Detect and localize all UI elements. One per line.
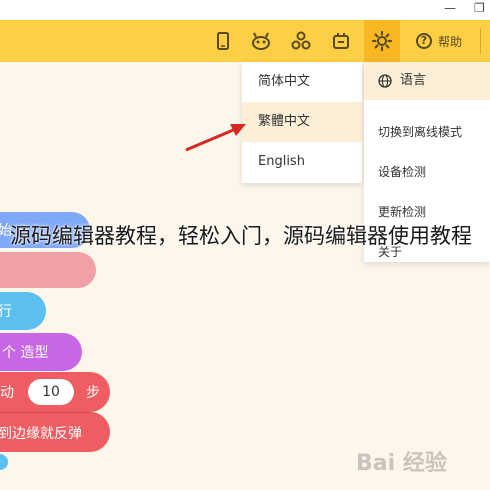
tablet-icon[interactable] xyxy=(212,30,234,52)
help-label: 帮助 xyxy=(438,34,463,49)
overlay-title: 源码编辑器教程，轻松入门，源码编辑器使用教程 xyxy=(10,224,472,248)
settings-device-check[interactable]: 设备检测 xyxy=(364,152,490,192)
watermark: Bai 经验 xyxy=(352,442,472,482)
code-block-move-suffix: 步 xyxy=(86,385,100,401)
code-block-move-prefix: 动 xyxy=(0,385,14,401)
code-block-move[interactable]: 动 10 步 xyxy=(0,372,110,412)
settings-icon xyxy=(371,30,393,52)
help-button[interactable]: ? 帮助 xyxy=(416,31,462,51)
toolbar-divider xyxy=(480,28,481,54)
code-block-pink[interactable] xyxy=(0,252,96,288)
language-menu: 简体中文 繁體中文 English xyxy=(242,62,362,183)
code-block-bounce-text: 到边缘就反弹 xyxy=(0,425,82,442)
lang-option-traditional-chinese[interactable]: 繁體中文 xyxy=(242,102,362,142)
move-steps-input[interactable]: 10 xyxy=(28,379,74,405)
settings-offline-mode[interactable]: 切换到离线模式 xyxy=(364,112,490,152)
lang-option-simplified-chinese[interactable]: 简体中文 xyxy=(242,62,362,102)
robot-icon[interactable] xyxy=(250,30,272,52)
device-icon[interactable] xyxy=(330,30,352,52)
code-block-costume-text: 个 造型 xyxy=(2,345,49,361)
settings-button[interactable] xyxy=(364,20,400,62)
code-block-fragment xyxy=(0,454,8,470)
annotation-arrow xyxy=(185,124,246,152)
window-titlebar: — ❐ xyxy=(0,0,490,21)
settings-language-label: 语言 xyxy=(400,73,427,88)
code-block-run[interactable]: 行 xyxy=(0,292,46,330)
code-block-costume[interactable]: 个 造型 xyxy=(0,333,82,371)
code-block-run-text: 行 xyxy=(0,304,12,320)
extensions-icon[interactable] xyxy=(290,30,312,52)
help-icon: ? xyxy=(416,33,432,49)
lang-option-english[interactable]: English xyxy=(242,142,362,182)
restore-button[interactable]: ❐ xyxy=(474,1,485,15)
watermark-text: Bai 经验 xyxy=(356,450,447,476)
minimize-button[interactable]: — xyxy=(444,1,456,15)
settings-language-item[interactable]: 语言 xyxy=(364,62,490,100)
globe-icon xyxy=(378,74,392,88)
code-block-bounce[interactable]: 到边缘就反弹 xyxy=(0,412,110,452)
